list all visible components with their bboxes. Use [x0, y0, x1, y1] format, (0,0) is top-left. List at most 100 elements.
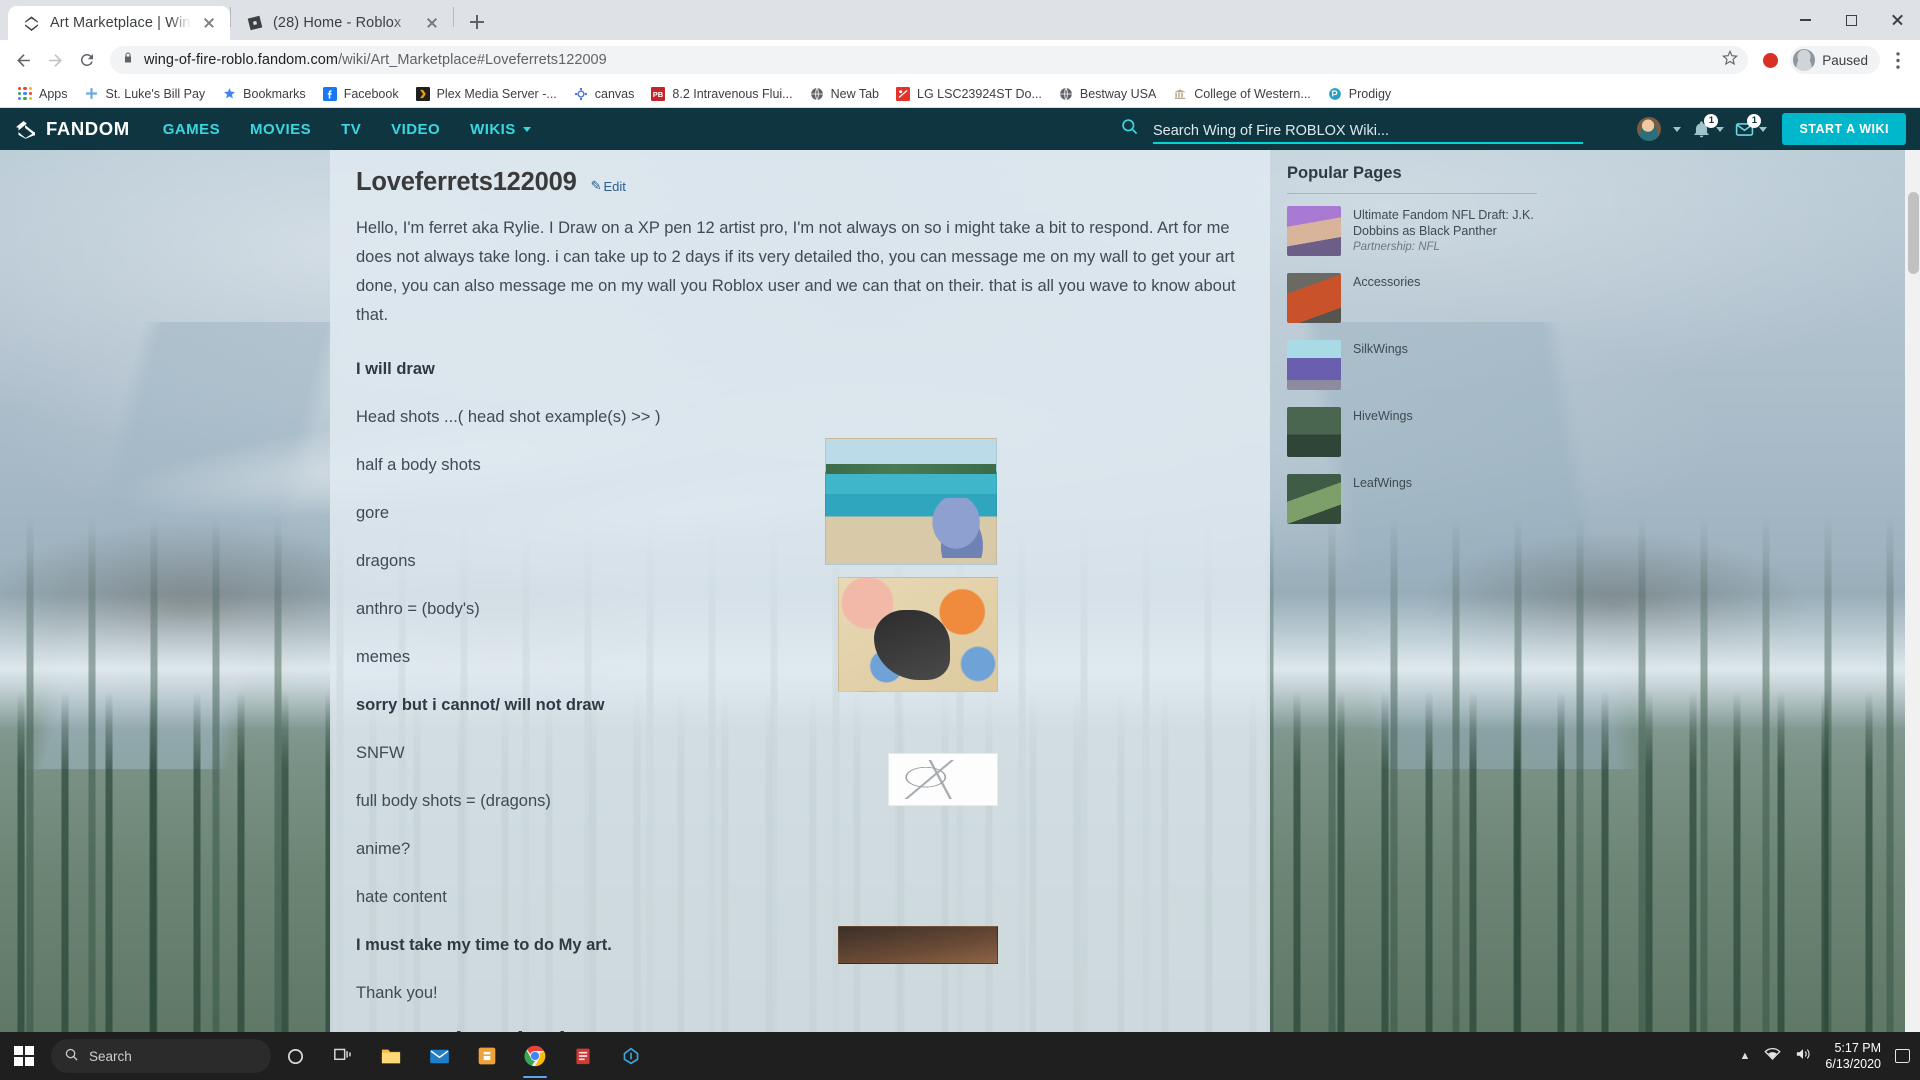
page-scrollbar[interactable] [1905, 108, 1920, 1080]
mail-icon[interactable] [415, 1032, 463, 1080]
messages-badge: 1 [1747, 114, 1761, 128]
list-item[interactable]: LeafWings [1287, 474, 1537, 524]
taskbar-clock[interactable]: 5:17 PM 6/13/2020 [1825, 1040, 1881, 1072]
fandom-brand-label: FANDOM [46, 118, 130, 140]
tab-divider [453, 7, 454, 27]
start-a-wiki-button[interactable]: START A WIKI [1782, 113, 1906, 145]
nav-item-wikis[interactable]: WIKIS [470, 121, 531, 138]
paragraph-memes: memes [356, 643, 1244, 672]
globe-icon [1058, 86, 1074, 102]
list-item[interactable]: Accessories [1287, 273, 1537, 323]
fandom-logo[interactable]: FANDOM [0, 118, 130, 140]
close-tab-icon[interactable] [423, 14, 441, 32]
store-icon[interactable] [463, 1032, 511, 1080]
address-bar[interactable]: wing-of-fire-roblo.fandom.com/wiki/Art_M… [110, 46, 1748, 74]
search-placeholder: Search Wing of Fire ROBLOX Wiki... [1153, 123, 1389, 139]
action-center-icon[interactable] [1895, 1049, 1910, 1063]
forward-arrow-icon[interactable] [40, 45, 70, 75]
address-bar-url: wing-of-fire-roblo.fandom.com/wiki/Art_M… [144, 52, 1712, 68]
beach-dragon-artwork[interactable] [825, 438, 997, 565]
three-dot-menu-icon[interactable] [1884, 46, 1912, 74]
browser-tab-active[interactable]: Art Marketplace | Wing of Fire RO [8, 6, 230, 40]
bookmark-label: Bestway USA [1080, 87, 1156, 101]
browser-window: Art Marketplace | Wing of Fire RO (28) H… [0, 0, 1920, 1080]
user-avatar[interactable] [1636, 116, 1662, 142]
search-icon [64, 1047, 79, 1065]
wiki-search[interactable]: Search Wing of Fire ROBLOX Wiki... [1120, 108, 1583, 150]
bookmark-intravenous-fluids[interactable]: PB 8.2 Intravenous Flui... [643, 83, 799, 105]
chevron-up-icon[interactable]: ▲ [1740, 1050, 1751, 1062]
chevron-down-icon[interactable] [1673, 127, 1681, 132]
page-title: Loveferrets122009 [356, 168, 577, 197]
volume-icon[interactable] [1795, 1047, 1811, 1066]
messages-button[interactable]: 1 [1735, 120, 1767, 139]
task-view-icon[interactable] [319, 1032, 367, 1080]
popular-page-label: SilkWings [1353, 340, 1408, 357]
floral-dragon-artwork[interactable] [838, 577, 998, 692]
paragraph-anthro: anthro = (body's) [356, 595, 1244, 624]
back-arrow-icon[interactable] [8, 45, 38, 75]
toolbar-extensions: Paused [1756, 46, 1912, 74]
cortana-icon[interactable] [271, 1032, 319, 1080]
taskbar-search-input[interactable]: Search [51, 1039, 271, 1073]
paragraph-thank-you: Thank you! [356, 979, 1244, 1008]
avatar [1793, 49, 1815, 71]
browser-tab-roblox[interactable]: (28) Home - Roblox [231, 6, 453, 40]
bookmark-canvas[interactable]: canvas [566, 83, 642, 105]
scrollbar-thumb[interactable] [1908, 192, 1919, 274]
bookmark-star-icon[interactable] [1722, 50, 1738, 71]
bookmark-apps[interactable]: Apps [10, 83, 75, 105]
bookmark-new-tab[interactable]: New Tab [802, 83, 886, 105]
nav-item-tv[interactable]: TV [341, 121, 361, 138]
article-content: Loveferrets122009 ✎ Edit Hello, I'm ferr… [330, 150, 1270, 1080]
fandom-mark-icon [14, 120, 37, 139]
fandom-user-controls: 1 1 START A WIKI [1636, 108, 1906, 150]
bookmark-plex[interactable]: Plex Media Server -... [408, 83, 564, 105]
wifi-icon[interactable] [1764, 1047, 1781, 1066]
bookmark-label: canvas [595, 87, 635, 101]
windows-start-icon[interactable] [0, 1032, 48, 1080]
lineart-dragon-sketch[interactable] [888, 753, 998, 806]
bookmark-bookmarks[interactable]: Bookmarks [214, 83, 313, 105]
close-window-button[interactable] [1874, 0, 1920, 40]
section-heading-loveferrets: Loveferrets122009 ✎ Edit [356, 168, 1244, 197]
roblox-icon [245, 14, 264, 33]
app-red-icon[interactable] [559, 1032, 607, 1080]
paragraph-take-my-time: I must take my time to do My art. [356, 931, 1244, 960]
close-tab-icon[interactable] [200, 14, 218, 32]
pb-icon: PB [650, 86, 666, 102]
brown-dragon-artwork[interactable] [838, 926, 998, 964]
search-input[interactable]: Search Wing of Fire ROBLOX Wiki... [1153, 114, 1583, 144]
paragraph-snfw: SNFW [356, 739, 1244, 768]
list-item[interactable]: Ultimate Fandom NFL Draft: J.K. Dobbins … [1287, 206, 1537, 256]
bookmark-bestway-usa[interactable]: Bestway USA [1051, 83, 1163, 105]
bookmark-label: 8.2 Intravenous Flui... [672, 87, 792, 101]
tab-strip: Art Marketplace | Wing of Fire RO (28) H… [0, 0, 1920, 40]
file-explorer-icon[interactable] [367, 1032, 415, 1080]
bookmark-facebook[interactable]: Facebook [315, 83, 406, 105]
nav-item-movies[interactable]: MOVIES [250, 121, 311, 138]
reload-icon[interactable] [72, 45, 102, 75]
notifications-button[interactable]: 1 [1692, 120, 1724, 139]
bookmark-st-lukes[interactable]: St. Luke's Bill Pay [77, 83, 213, 105]
chrome-icon[interactable] [511, 1032, 559, 1080]
profile-button[interactable]: Paused [1790, 46, 1880, 74]
minimize-button[interactable] [1782, 0, 1828, 40]
app-blue-icon[interactable] [607, 1032, 655, 1080]
bookmark-prodigy[interactable]: Prodigy [1320, 83, 1398, 105]
edit-label: Edit [604, 179, 626, 194]
leafwings-thumbnail [1287, 474, 1341, 524]
bookmark-lg-manual[interactable]: LG LSC23924ST Do... [888, 83, 1049, 105]
profile-status-label: Paused [1822, 53, 1868, 68]
window-controls [1782, 0, 1920, 40]
edit-section-link[interactable]: ✎ Edit [591, 178, 626, 194]
extension-red-icon[interactable] [1756, 46, 1784, 74]
maximize-button[interactable] [1828, 0, 1874, 40]
nav-item-video[interactable]: VIDEO [391, 121, 440, 138]
nav-item-games[interactable]: GAMES [163, 121, 220, 138]
list-item[interactable]: SilkWings [1287, 340, 1537, 390]
bookmark-college-of-western[interactable]: College of Western... [1165, 83, 1318, 105]
paragraph-intro: Hello, I'm ferret aka Rylie. I Draw on a… [356, 214, 1244, 330]
list-item[interactable]: HiveWings [1287, 407, 1537, 457]
new-tab-button[interactable] [460, 5, 494, 39]
